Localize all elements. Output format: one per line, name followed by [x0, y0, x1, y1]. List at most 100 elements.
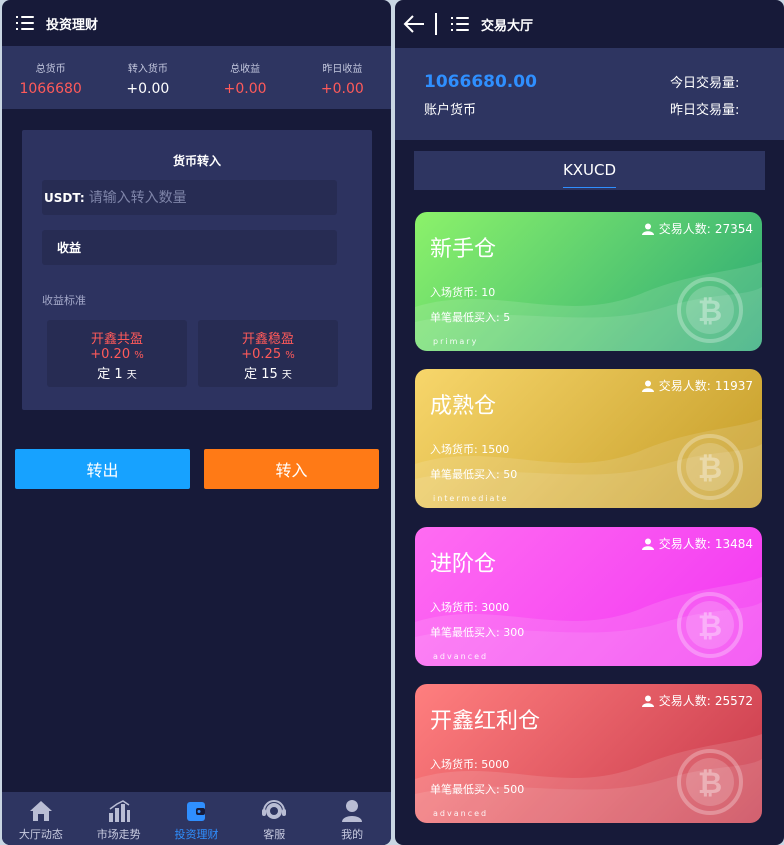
person-icon — [641, 695, 654, 707]
plan-option-1[interactable]: 开鑫共盈 +0.20 % 定 1 天 — [47, 320, 187, 387]
room-tier-tag: advanced — [433, 809, 489, 818]
right-header: 交易大厅 — [395, 0, 784, 48]
stat-value: 1066680 — [19, 81, 82, 97]
transfer-out-button[interactable]: 转出 — [15, 449, 190, 489]
tab-market-trend[interactable]: 市场走势 — [80, 792, 158, 845]
min-buy: 单笔最低买入: 50 — [430, 468, 518, 481]
stat-total-currency: 总货币 1066680 — [2, 46, 99, 109]
tab-customer-service[interactable]: 客服 — [235, 792, 313, 845]
page-title: 投资理财 — [46, 17, 99, 33]
usdt-field: USDT: — [42, 180, 337, 215]
stat-label: 昨日收益 — [322, 64, 363, 75]
tab-hall-news[interactable]: 大厅动态 — [2, 792, 80, 845]
trader-count-value: 11937 — [714, 378, 753, 393]
transfer-in-button[interactable]: 转入 — [204, 449, 379, 489]
left-header: 投资理财 — [2, 0, 391, 46]
investment-panel: 投资理财 总货币 1066680 转入货币 +0.00 总收益 +0.00 昨日… — [2, 0, 391, 845]
stat-transferred-in: 转入货币 +0.00 — [99, 46, 196, 109]
min-buy: 单笔最低买入: 300 — [430, 626, 525, 639]
bottom-tab-bar: 大厅动态 市场走势 投资理财 客服 我的 — [2, 792, 391, 845]
plan-rate: +0.20 % — [90, 347, 144, 362]
headset-icon — [235, 798, 313, 824]
room-tier-tag: primary — [433, 337, 479, 346]
stat-label: 总货币 — [35, 64, 66, 75]
person-icon — [641, 223, 654, 235]
tab-investment[interactable]: 投资理财 — [158, 792, 236, 845]
account-amount: 1066680.00 — [424, 72, 537, 92]
plan-rate: +0.25 % — [241, 347, 295, 362]
trader-count: 交易人数: 27354 — [641, 220, 753, 237]
market-tab-label: KXUCD — [562, 161, 617, 188]
income-label: 收益 — [57, 241, 82, 255]
transfer-title: 货币转入 — [172, 154, 221, 168]
market-tab[interactable]: KXUCD — [414, 151, 765, 190]
trader-count-value: 25572 — [714, 693, 753, 708]
back-arrow-icon[interactable] — [403, 14, 425, 34]
svg-text:₿: ₿ — [698, 766, 722, 801]
min-buy: 单笔最低买入: 500 — [430, 783, 525, 796]
bitcoin-icon: ₿ — [677, 277, 743, 343]
stat-total-income: 总收益 +0.00 — [197, 46, 294, 109]
plan-term: 定 1 天 — [97, 367, 137, 382]
home-icon — [2, 798, 80, 824]
room-card-dividend[interactable]: 开鑫红利仓 交易人数: 25572 入场货币: 5000 单笔最低买入: 500 adva… — [415, 684, 762, 823]
chart-icon — [80, 798, 158, 824]
plan-option-2[interactable]: 开鑫稳盈 +0.25 % 定 15 天 — [198, 320, 338, 387]
bitcoin-icon: ₿ — [677, 749, 743, 815]
bitcoin-icon: ₿ — [677, 434, 743, 500]
svg-text:₿: ₿ — [698, 294, 722, 329]
room-card-beginner[interactable]: 新手仓 交易人数: 27354 入场货币: 10 单笔最低买入: 5 primary ₿ — [415, 212, 762, 351]
room-card-advanced[interactable]: 进阶仓 交易人数: 13484 入场货币: 3000 单笔最低买入: 300 advanc… — [415, 527, 762, 666]
menu-icon[interactable] — [451, 17, 469, 31]
tab-label: 大厅动态 — [18, 828, 63, 841]
tab-label: 市场走势 — [96, 828, 141, 841]
svg-text:₿: ₿ — [698, 609, 722, 644]
trader-count-value: 27354 — [714, 221, 753, 236]
person-icon — [641, 538, 654, 550]
plan-term: 定 15 天 — [244, 367, 292, 382]
today-volume-label: 今日交易量: — [670, 76, 740, 91]
usdt-label: USDT: — [44, 190, 85, 205]
trader-count: 交易人数: 11937 — [641, 377, 753, 394]
stat-value: +0.00 — [320, 81, 364, 97]
entry-currency: 入场货币: 5000 — [430, 758, 510, 771]
income-field[interactable]: 收益 — [42, 230, 337, 265]
min-buy: 单笔最低买入: 5 — [430, 311, 511, 324]
trading-hall-panel: 交易大厅 1066680.00 账户货币 今日交易量: 昨日交易量: KXUCD… — [395, 0, 784, 845]
entry-currency: 入场货币: 10 — [430, 286, 496, 299]
tab-label: 客服 — [263, 828, 286, 841]
room-card-mature[interactable]: 成熟仓 交易人数: 11937 入场货币: 1500 单笔最低买入: 50 interme… — [415, 369, 762, 508]
room-name: 开鑫红利仓 — [430, 709, 541, 734]
trader-count-label: 交易人数: — [658, 222, 711, 236]
entry-currency: 入场货币: 1500 — [430, 443, 510, 456]
plan-name: 开鑫稳盈 — [241, 332, 294, 347]
trader-count-label: 交易人数: — [658, 537, 711, 551]
room-name: 新手仓 — [430, 237, 497, 262]
room-name: 进阶仓 — [430, 552, 497, 577]
usdt-amount-input[interactable] — [88, 189, 329, 206]
stat-yesterday-income: 昨日收益 +0.00 — [294, 46, 391, 109]
menu-icon[interactable] — [16, 16, 34, 30]
room-tier-tag: advanced — [433, 652, 489, 661]
person-icon — [641, 380, 654, 392]
tab-label: 我的 — [341, 828, 364, 841]
trader-count: 交易人数: 13484 — [641, 535, 753, 552]
income-standard-label: 收益标准 — [42, 294, 86, 307]
plan-name: 开鑫共盈 — [90, 332, 143, 347]
trader-count: 交易人数: 25572 — [641, 692, 753, 709]
account-summary: 1066680.00 账户货币 今日交易量: 昨日交易量: — [395, 48, 784, 140]
trader-count-value: 13484 — [714, 536, 753, 551]
bitcoin-icon: ₿ — [677, 592, 743, 658]
trader-count-label: 交易人数: — [658, 694, 711, 708]
stat-value: +0.00 — [126, 81, 170, 97]
tab-label: 投资理财 — [174, 828, 219, 841]
stat-value: +0.00 — [223, 81, 267, 97]
tab-mine[interactable]: 我的 — [313, 792, 391, 845]
stat-label: 转入货币 — [127, 64, 168, 75]
room-name: 成熟仓 — [430, 394, 497, 419]
transfer-card: 货币转入 USDT: 收益 收益标准 开鑫共盈 +0.20 % 定 1 天 开鑫… — [22, 130, 372, 410]
header-divider — [435, 13, 437, 35]
trader-count-label: 交易人数: — [658, 379, 711, 393]
svg-text:₿: ₿ — [698, 451, 722, 486]
yesterday-volume-label: 昨日交易量: — [670, 103, 740, 118]
